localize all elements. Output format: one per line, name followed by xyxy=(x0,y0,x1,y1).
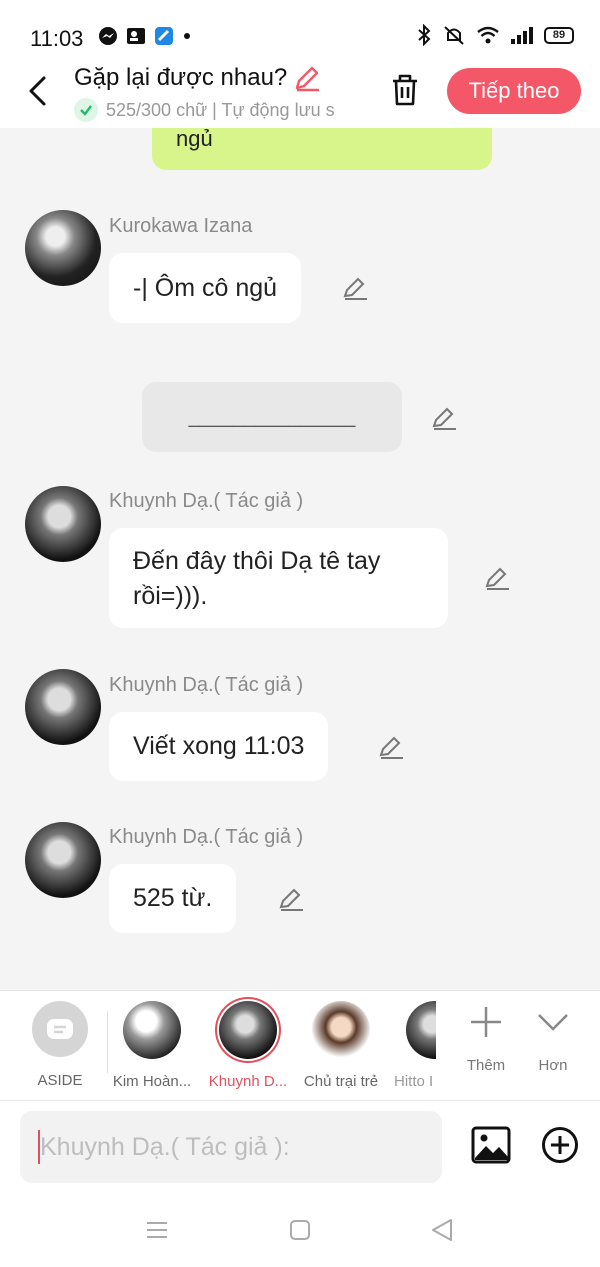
message-bubble[interactable]: Viết xong 11:03 xyxy=(109,712,329,781)
character-label: Khuynh D... xyxy=(208,1073,288,1090)
home-icon[interactable] xyxy=(289,1219,311,1241)
message-text: Viết xong 11:03 xyxy=(133,732,305,760)
character-avatar xyxy=(406,1001,436,1059)
battery-indicator: 89 xyxy=(544,26,574,44)
message-bubble[interactable]: -| Ôm cô ngủ xyxy=(109,253,302,323)
chevron-down-icon xyxy=(538,1014,568,1031)
status-bar: 11:03 89 xyxy=(0,0,600,60)
my-message-text: ngủ xyxy=(176,128,213,151)
chat-area[interactable]: ngủ Kurokawa Izana -| Ôm cô ngủ ________… xyxy=(0,128,600,990)
character-avatar xyxy=(123,1001,181,1059)
word-count-text: 525/300 chữ | Tự động lưu s xyxy=(106,99,335,120)
image-icon[interactable] xyxy=(471,1126,511,1164)
bluetooth-icon xyxy=(418,24,431,46)
character-kim-hoan[interactable]: Kim Hoàn... xyxy=(108,1001,196,1090)
status-time: 11:03 xyxy=(30,26,84,51)
character-label: ASIDE xyxy=(37,1072,83,1089)
next-button[interactable]: Tiếp theo xyxy=(447,68,581,114)
avatar-khuynh-da[interactable] xyxy=(25,669,101,745)
sender-name: Khuynh Dạ.( Tác giả ) xyxy=(109,826,304,848)
aside-icon xyxy=(32,1001,88,1057)
composer-bar: Khuynh Dạ.( Tác giả ): xyxy=(0,1100,600,1192)
divider-text: _______________ xyxy=(188,405,356,428)
avatar-khuynh-da[interactable] xyxy=(25,822,101,898)
expand-label: Hơn xyxy=(538,1057,568,1074)
story-title: Gặp lại được nhau? xyxy=(74,64,288,91)
saved-check-icon xyxy=(74,98,98,122)
character-chu-trai-tre[interactable]: Chủ trại trẻ xyxy=(297,1001,385,1090)
back-nav-icon[interactable] xyxy=(430,1218,454,1242)
word-count-status: 525/300 chữ | Tự động lưu s xyxy=(74,98,364,122)
character-hitto[interactable]: Hitto I xyxy=(392,1001,436,1090)
message-text: 525 từ. xyxy=(133,884,213,912)
message-input[interactable]: Khuynh Dạ.( Tác giả ): xyxy=(20,1111,442,1183)
app-header: Gặp lại được nhau? 525/300 chữ | Tự động… xyxy=(0,60,600,128)
my-message-bubble[interactable]: ngủ xyxy=(152,128,492,170)
story-title-row[interactable]: Gặp lại được nhau? xyxy=(74,64,321,92)
mute-icon xyxy=(444,26,464,45)
character-aside[interactable]: ASIDE xyxy=(16,1001,104,1089)
edit-message-pencil-icon[interactable] xyxy=(378,734,404,760)
avatar-khuynh-da[interactable] xyxy=(25,486,101,562)
edit-message-pencil-icon[interactable] xyxy=(484,565,510,591)
recent-apps-icon[interactable] xyxy=(146,1220,168,1240)
sender-name: Kurokawa Izana xyxy=(109,215,253,237)
wifi-icon xyxy=(477,26,499,44)
contact-card-icon xyxy=(127,28,145,44)
add-character-button[interactable]: Thêm xyxy=(456,1005,516,1074)
edit-message-pencil-icon[interactable] xyxy=(278,886,304,912)
notification-icons xyxy=(98,26,192,46)
character-label: Kim Hoàn... xyxy=(112,1073,192,1090)
character-khuynh-da[interactable]: Khuynh D... xyxy=(204,1001,292,1090)
message-text-line2: rồi=))). xyxy=(133,582,208,610)
message-input-placeholder: Khuynh Dạ.( Tác giả ): xyxy=(40,1132,290,1161)
character-label: Chủ trại trẻ xyxy=(303,1073,379,1090)
dot-icon xyxy=(184,33,190,39)
character-avatar xyxy=(219,1001,277,1059)
expand-characters-button[interactable]: Hơn xyxy=(523,1005,583,1074)
app-icon xyxy=(155,27,173,45)
edit-message-pencil-icon[interactable] xyxy=(431,405,457,431)
character-avatar xyxy=(312,1001,370,1059)
edit-message-pencil-icon[interactable] xyxy=(342,275,368,301)
add-label: Thêm xyxy=(466,1057,506,1074)
sender-name: Khuynh Dạ.( Tác giả ) xyxy=(109,674,304,696)
message-text: -| Ôm cô ngủ xyxy=(133,274,278,302)
character-selector: ASIDE Kim Hoàn... Khuynh D... Chủ trại t… xyxy=(0,990,600,1100)
message-bubble[interactable]: Đến đây thôi Dạ tê tay rồi=))). xyxy=(109,528,448,628)
add-circle-icon[interactable] xyxy=(541,1126,579,1164)
messenger-icon xyxy=(99,27,117,45)
sender-name: Khuynh Dạ.( Tác giả ) xyxy=(109,490,304,512)
scene-divider-bubble[interactable]: _______________ xyxy=(142,382,402,452)
system-nav-bar xyxy=(0,1192,600,1267)
back-arrow-icon[interactable] xyxy=(24,74,52,108)
plus-icon xyxy=(471,1007,501,1037)
system-icons: 89 xyxy=(416,24,574,46)
message-text-line1: Đến đây thôi Dạ tê tay xyxy=(133,547,381,575)
trash-icon[interactable] xyxy=(388,72,422,108)
avatar-kurokawa-izana[interactable] xyxy=(25,210,101,286)
message-bubble[interactable]: 525 từ. xyxy=(109,864,237,933)
character-label: Hitto I xyxy=(394,1073,434,1090)
signal-icon xyxy=(511,27,533,44)
edit-title-pencil-icon[interactable] xyxy=(293,64,321,92)
